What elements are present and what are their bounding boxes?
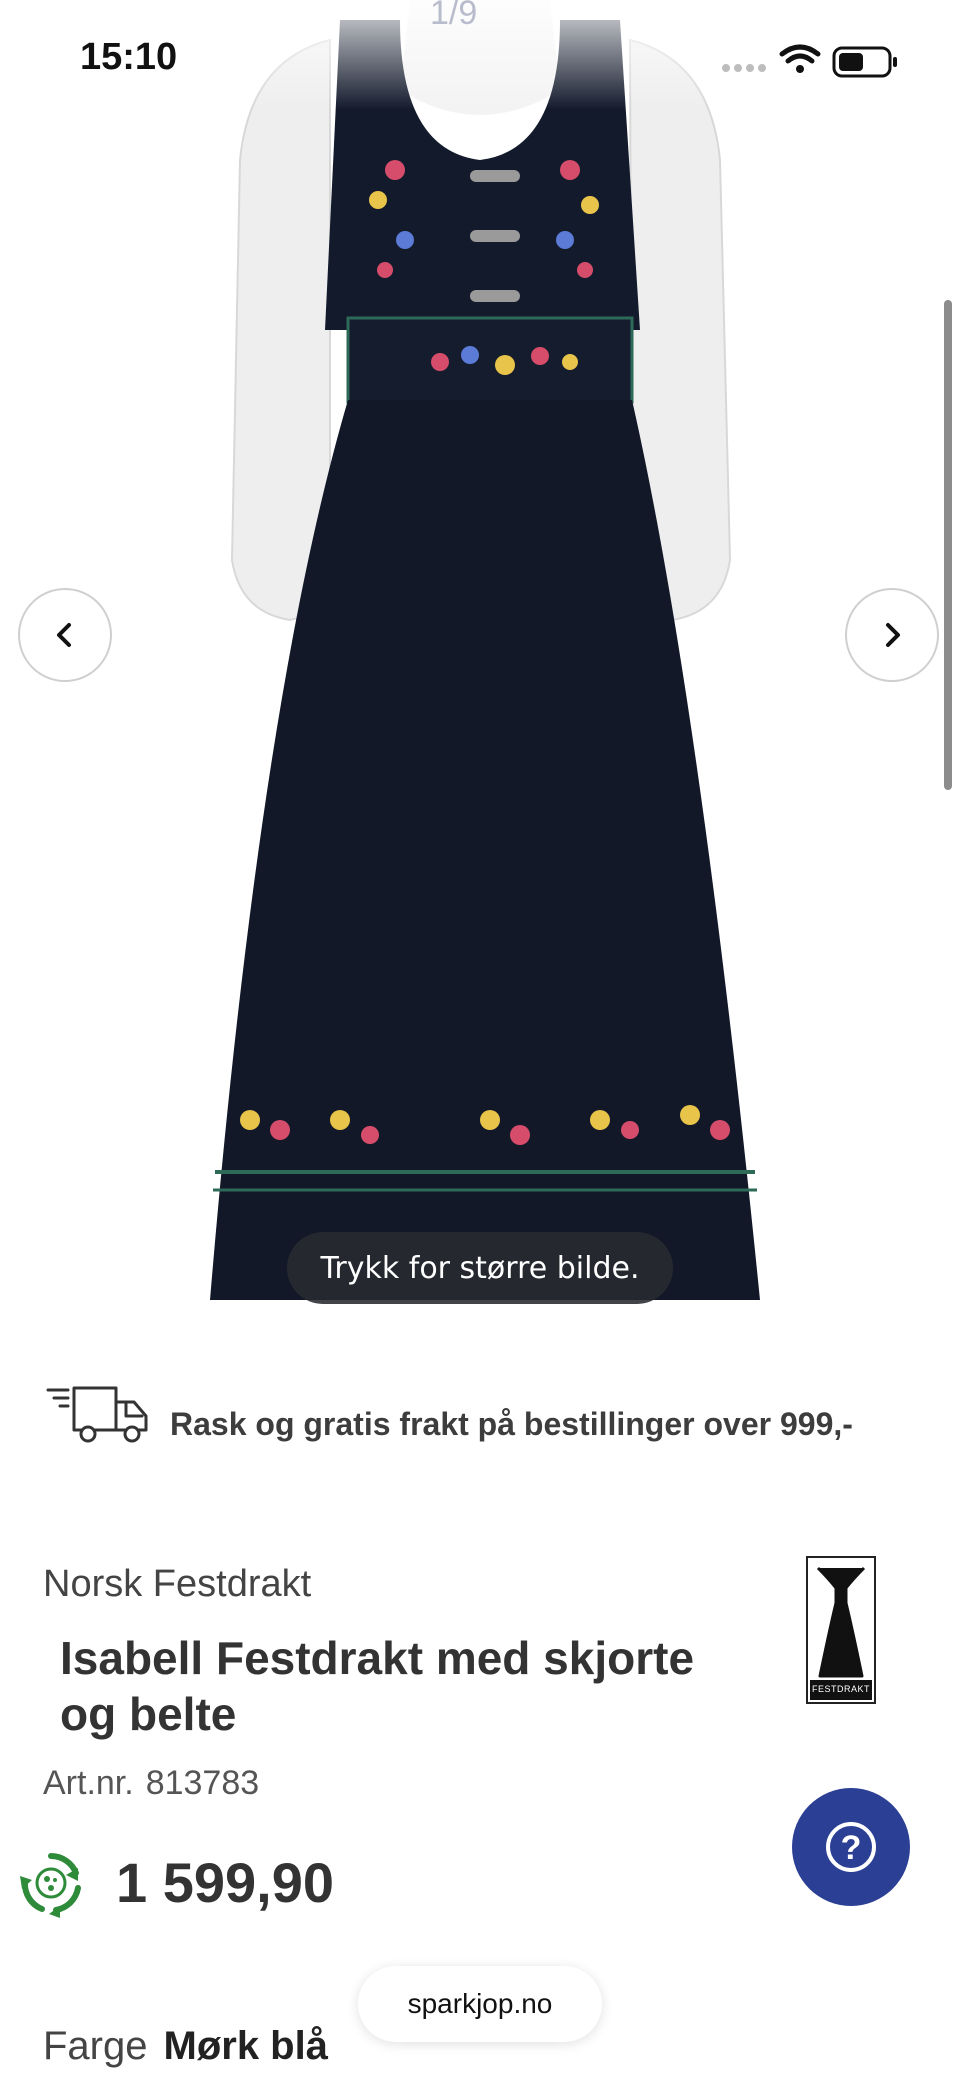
browser-url-bar[interactable]: sparkjop.no — [358, 1966, 602, 2042]
product-title: Isabell Festdrakt med skjorte og belte — [60, 1632, 695, 1740]
signal-icon — [722, 64, 766, 72]
free-shipping-text: Rask og gratis frakt på bestillinger ove… — [170, 1406, 853, 1442]
page-scrollbar[interactable] — [944, 300, 952, 790]
article-number: Art.nr. 813783 — [43, 1764, 259, 1803]
battery-icon — [832, 46, 897, 78]
chevron-right-icon — [886, 623, 900, 647]
color-label: Farge — [43, 2024, 148, 2068]
artnr-value: 813783 — [145, 1764, 260, 1802]
status-time: 15:10 — [80, 36, 178, 78]
help-button[interactable]: ? — [792, 1788, 910, 1906]
color-value: Mørk blå — [163, 2024, 328, 2068]
artnr-label: Art.nr. — [43, 1764, 134, 1802]
product-price: 1 599,90 — [116, 1851, 334, 1914]
color-selector[interactable]: Farge Mørk blå — [43, 2024, 328, 2069]
product-brand[interactable]: Norsk Festdrakt — [43, 1563, 311, 1606]
recycle-icon[interactable] — [16, 1848, 86, 1918]
question-icon: ? — [826, 1822, 876, 1872]
dress-silhouette-logo — [810, 1566, 872, 1700]
tap-for-larger-image-hint[interactable]: Trykk for større bilde. — [287, 1232, 673, 1304]
help-label: ? — [841, 1829, 862, 1867]
dress-photo[interactable] — [0, 0, 960, 1310]
logo-text: FESTDRAKT — [811, 1684, 870, 1694]
brand-logo[interactable]: Norsk FESTDRAKT — [806, 1556, 876, 1704]
logo-small-text: Norsk — [830, 1668, 852, 1677]
product-image-gallery[interactable] — [0, 0, 960, 1310]
gallery-prev-button[interactable] — [18, 588, 112, 682]
gallery-next-button[interactable] — [845, 588, 939, 682]
gallery-pager: 1/9 — [430, 0, 478, 32]
status-icons — [722, 44, 897, 78]
chevron-left-icon — [57, 623, 71, 647]
wifi-icon — [779, 44, 821, 64]
delivery-truck-icon — [46, 1386, 148, 1443]
